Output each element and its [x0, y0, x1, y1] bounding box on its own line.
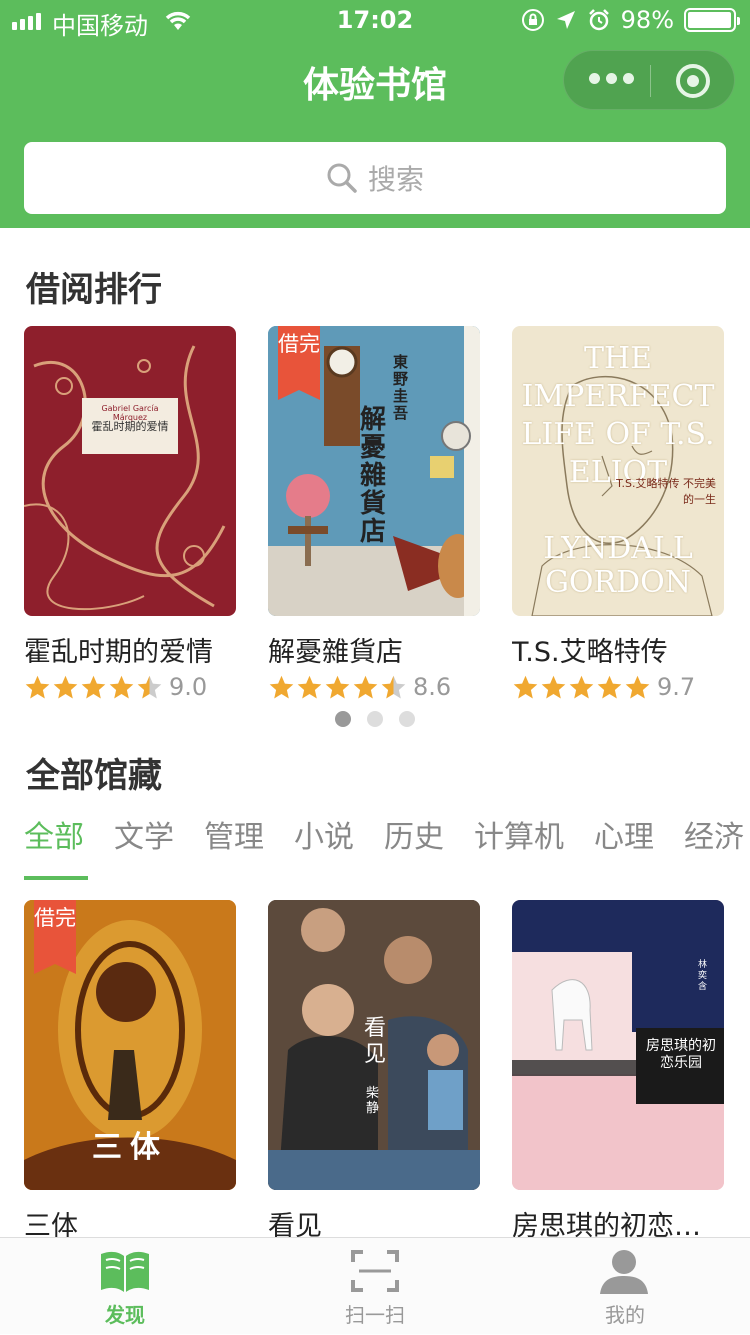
page-dot[interactable] [367, 711, 383, 727]
cover-author: 柴静 [366, 1086, 380, 1116]
star-icon [268, 674, 295, 701]
star-icon [52, 674, 79, 701]
rating-score: 8.6 [413, 673, 452, 701]
search-icon [327, 163, 357, 193]
tab-label: 我的 [605, 1303, 645, 1327]
book-title[interactable]: T.S.艾略特传 [512, 630, 724, 669]
rotation-lock-icon [521, 9, 544, 31]
cover-title: 看见 [364, 1016, 387, 1067]
star-icon [136, 674, 163, 701]
star-icon [352, 674, 379, 701]
collection-book-2[interactable]: 看见 柴静 看见 [268, 900, 480, 1243]
alarm-icon [588, 9, 609, 31]
tab-literature[interactable]: 文学 [114, 812, 174, 856]
cover-title: 霍乱时期的爱情 [91, 420, 169, 433]
star-icon [624, 674, 651, 701]
more-icon[interactable] [589, 73, 634, 84]
book-cover[interactable]: Gabriel García Márquez 霍乱时期的爱情 [24, 326, 236, 616]
header: 中国移动 17:02 98% 体验书馆 搜索 [0, 0, 750, 228]
cover-author: 東野圭吾 [393, 353, 409, 422]
tab-economics[interactable]: 经济 [684, 812, 744, 856]
book-cover[interactable]: 看见 柴静 [268, 900, 480, 1190]
tab-all[interactable]: 全部 [24, 812, 88, 880]
star-icon [24, 674, 51, 701]
cover-title: 三体 [92, 1130, 168, 1165]
scan-icon [351, 1250, 399, 1292]
capsule-divider [650, 65, 651, 97]
page-dot[interactable] [335, 711, 351, 727]
cover-title: 解憂雜貨店 [360, 405, 387, 547]
cover-author: 林奕含 [698, 960, 708, 992]
status-bar: 中国移动 17:02 98% [0, 0, 750, 42]
tab-label: 发现 [105, 1303, 145, 1327]
book-cover[interactable]: 房思琪的初恋乐园 林奕含 [512, 900, 724, 1190]
star-icon [512, 674, 539, 701]
borrowed-out-badge: 借完 [34, 900, 76, 974]
star-icon [540, 674, 567, 701]
collection-book-3[interactable]: 房思琪的初恋乐园 林奕含 房思琪的初恋乐园 [512, 900, 724, 1243]
carousel-indicator[interactable] [335, 711, 415, 727]
rating-score: 9.0 [169, 673, 208, 701]
tab-history[interactable]: 历史 [384, 812, 444, 856]
cover-author-en: LYNDALL GORDON [543, 531, 693, 600]
tab-discover[interactable]: 发现 [0, 1238, 250, 1335]
tab-computer[interactable]: 计算机 [474, 812, 564, 856]
tab-management[interactable]: 管理 [204, 812, 264, 856]
search-input[interactable]: 搜索 [24, 142, 726, 214]
rating: 8.6 [268, 673, 480, 701]
ranking-book-2[interactable]: 東野圭吾 解憂雜貨店 借完 解憂雜貨店 8.6 [268, 326, 480, 701]
tab-psychology[interactable]: 心理 [594, 812, 654, 856]
book-cover[interactable]: THE IMPERFECT LIFE OF T.S. ELIOT T.S.艾略特… [512, 326, 724, 616]
ranking-title: 借阅排行 [26, 270, 162, 310]
book-cover[interactable]: 東野圭吾 解憂雜貨店 借完 [268, 326, 480, 616]
rating-score: 9.7 [657, 673, 696, 701]
category-tabs: 全部 文学 管理 小说 历史 计算机 心理 经济 [24, 812, 750, 880]
cover-title-cn: T.S.艾略特传 不完美的一生 [616, 477, 716, 506]
book-icon [101, 1251, 149, 1292]
book-cover[interactable]: 三体 借完 [24, 900, 236, 1190]
close-miniprogram-icon[interactable] [676, 64, 710, 98]
star-icon [80, 674, 107, 701]
bottom-tab-bar: 发现 扫一扫 我的 [0, 1237, 750, 1334]
user-icon [600, 1250, 648, 1294]
cover-title-en: THE IMPERFECT LIFE OF T.S. ELIOT [521, 341, 715, 490]
location-icon [556, 11, 575, 29]
miniprogram-capsule [563, 50, 735, 110]
cover-title: 房思琪的初恋乐园 [646, 1038, 716, 1071]
star-icon [568, 674, 595, 701]
ranking-book-1[interactable]: Gabriel García Márquez 霍乱时期的爱情 霍乱时期的爱情 9… [24, 326, 236, 701]
tab-novel[interactable]: 小说 [294, 812, 354, 856]
cover-art [24, 345, 226, 611]
borrowed-out-badge: 借完 [278, 326, 320, 400]
rating: 9.0 [24, 673, 236, 701]
tab-label: 扫一扫 [345, 1303, 405, 1327]
book-title[interactable]: 解憂雜貨店 [268, 630, 480, 669]
star-icon [108, 674, 135, 701]
collection-title: 全部馆藏 [26, 756, 162, 796]
star-icon [596, 674, 623, 701]
ranking-book-3[interactable]: THE IMPERFECT LIFE OF T.S. ELIOT T.S.艾略特… [512, 326, 724, 701]
rating: 9.7 [512, 673, 724, 701]
star-icon [324, 674, 351, 701]
collection-book-1[interactable]: 三体 借完 三体 [24, 900, 236, 1243]
tab-mine[interactable]: 我的 [500, 1238, 750, 1335]
star-icon [296, 674, 323, 701]
page-dot[interactable] [399, 711, 415, 727]
star-icon [380, 674, 407, 701]
tab-scan[interactable]: 扫一扫 [250, 1238, 500, 1335]
book-title[interactable]: 霍乱时期的爱情 [24, 630, 236, 669]
battery-percent: 98% [620, 6, 674, 34]
search-placeholder: 搜索 [367, 163, 424, 196]
battery-icon [684, 8, 740, 32]
